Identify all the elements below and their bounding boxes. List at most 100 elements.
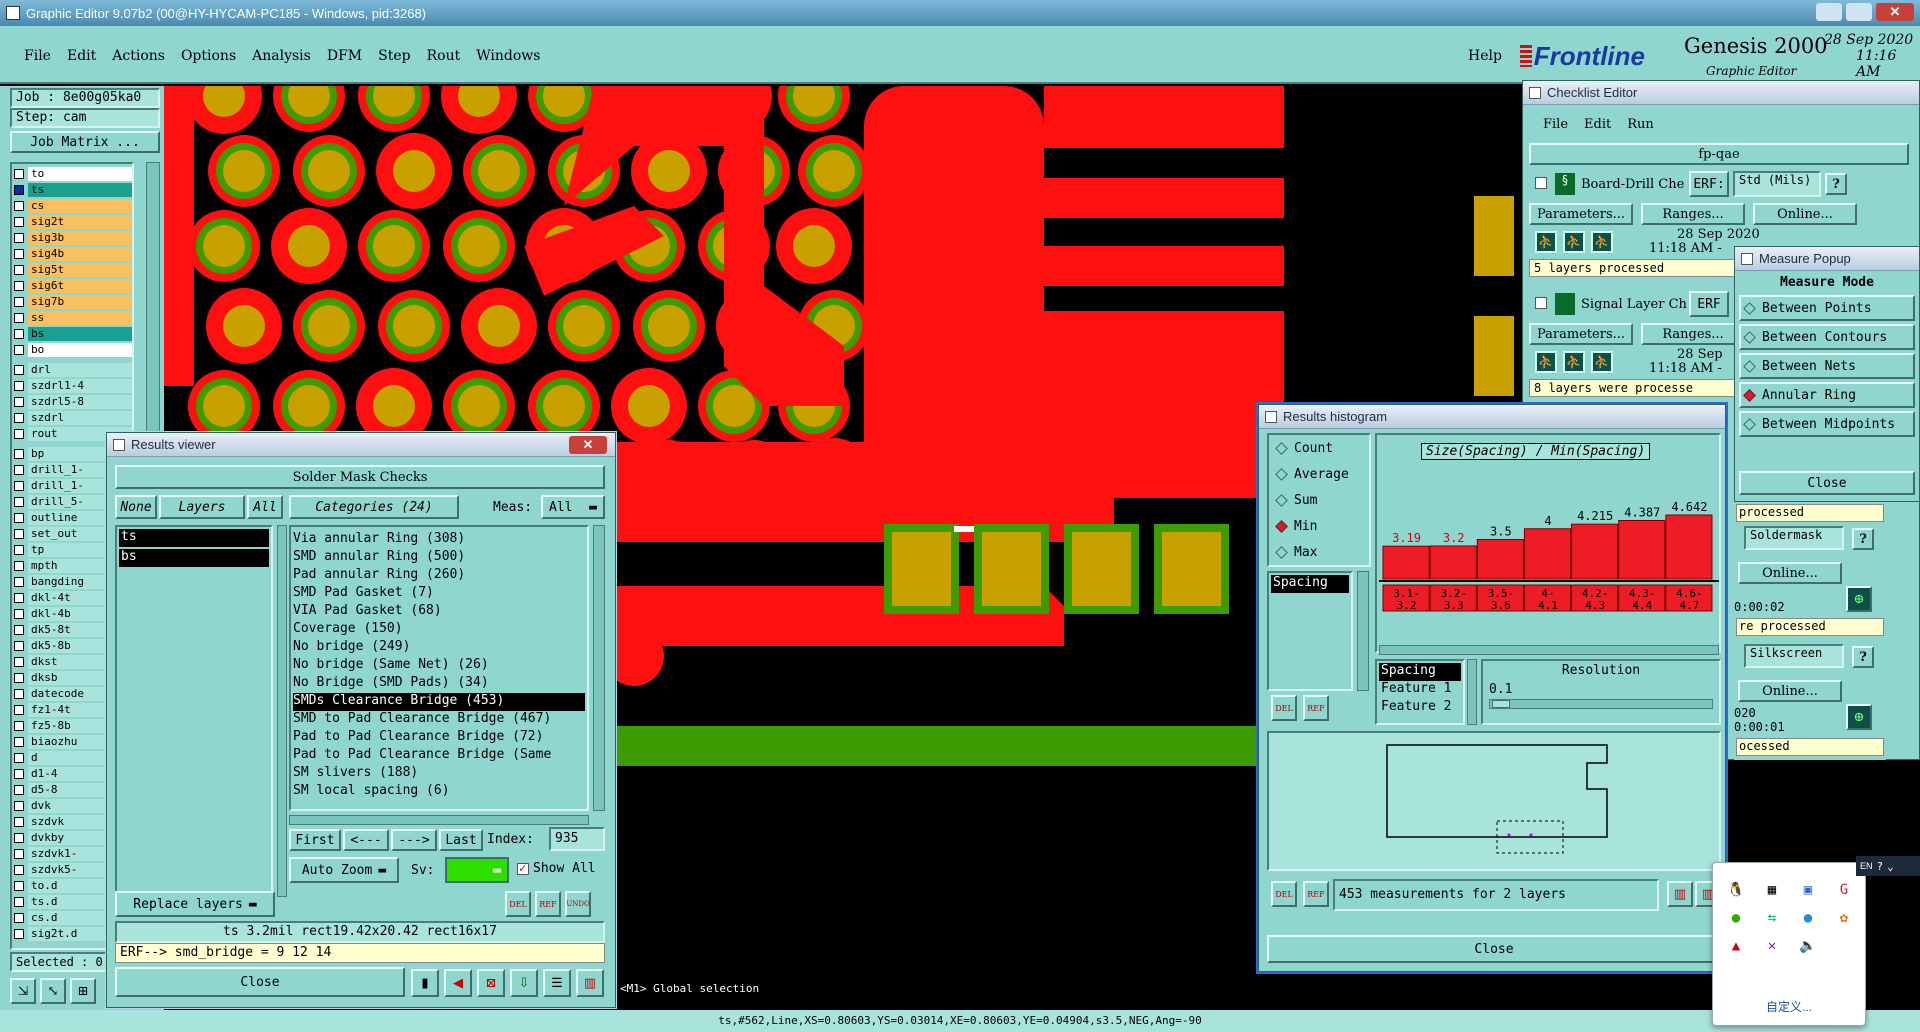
menu-edit[interactable]: Edit	[67, 48, 96, 64]
layer-visibility-checkbox[interactable]	[14, 624, 24, 635]
zoom-area-icon[interactable]: ⇲	[10, 978, 36, 1004]
replace-layers-button[interactable]: Replace layers ▬	[115, 891, 275, 917]
layer-visibility-checkbox[interactable]	[14, 880, 24, 891]
delete-icon[interactable]: DEL	[1271, 881, 1297, 907]
stat-option[interactable]: Sum	[1269, 487, 1369, 513]
layer-visibility-checkbox[interactable]	[14, 448, 24, 459]
layer-visibility-checkbox[interactable]	[14, 640, 24, 651]
layer-visibility-checkbox[interactable]	[14, 912, 24, 923]
run-icon[interactable]: ⛹	[1591, 351, 1613, 373]
categories-hscroll[interactable]	[289, 815, 589, 825]
measure-mode-option[interactable]: Annular Ring	[1739, 382, 1915, 408]
category-item[interactable]: SM slivers (188)	[293, 765, 585, 783]
show-all-checkbox[interactable]: ✓	[517, 861, 529, 875]
layer-visibility-checkbox[interactable]	[14, 344, 24, 355]
export-icon[interactable]: ⇩	[510, 969, 538, 997]
meas-select[interactable]: All ▬	[541, 495, 605, 519]
next-button[interactable]: --->	[391, 829, 437, 851]
browser-icon[interactable]: G	[1835, 881, 1853, 899]
feature-label[interactable]: Feature 1	[1379, 681, 1461, 699]
arrow-icon[interactable]: ◀	[444, 969, 472, 997]
layer-list-scrollbar[interactable]	[277, 525, 287, 897]
layer-visibility-checkbox[interactable]	[14, 512, 24, 523]
category-item[interactable]: No Bridge (SMD Pads) (34)	[293, 675, 585, 693]
help-circle-icon[interactable]: ?	[1877, 860, 1884, 873]
layer-visibility-checkbox[interactable]	[14, 480, 24, 491]
layer-visibility-checkbox[interactable]	[14, 576, 24, 587]
minimize-button[interactable]	[1816, 3, 1842, 21]
layer-visibility-checkbox[interactable]	[14, 784, 24, 795]
layer-visibility-checkbox[interactable]	[14, 672, 24, 683]
index-field[interactable]: 935	[549, 827, 605, 851]
layer-visibility-checkbox[interactable]	[14, 864, 24, 875]
drive-icon[interactable]: ▲	[1727, 937, 1745, 955]
layer-row[interactable]: szdrl5-8	[14, 394, 132, 409]
run-icon[interactable]: ⛹	[1563, 351, 1585, 373]
check-enable-checkbox[interactable]	[1535, 297, 1547, 309]
results-viewer-close-x[interactable]: ✕	[569, 436, 607, 454]
online-button[interactable]: Online...	[1738, 680, 1842, 702]
run-icon[interactable]: ⛹	[1563, 231, 1585, 253]
check-name[interactable]: Signal Layer Ch	[1581, 297, 1687, 312]
undo-icon[interactable]: UNDO	[565, 891, 591, 917]
layer-result-list[interactable]: ts bs	[115, 525, 273, 897]
close-window-button[interactable]: ✕	[1876, 3, 1914, 21]
menu-options[interactable]: Options	[181, 48, 236, 64]
feature-type-scrollbar[interactable]	[1357, 571, 1369, 691]
feature-scrollbar[interactable]	[1467, 659, 1477, 725]
layer-visibility-checkbox[interactable]	[14, 528, 24, 539]
layer-visibility-checkbox[interactable]	[14, 544, 24, 555]
category-item[interactable]: SMD annular Ring (500)	[293, 549, 585, 567]
feature-type-item[interactable]: Spacing	[1271, 575, 1349, 593]
slider-thumb[interactable]	[1492, 700, 1510, 708]
layer-row[interactable]: to	[14, 166, 132, 181]
measure-mode-option[interactable]: Between Contours	[1739, 324, 1915, 350]
layer-visibility-checkbox[interactable]	[14, 312, 24, 323]
menu-help[interactable]: Help	[1468, 48, 1502, 64]
auto-zoom-select[interactable]: Auto Zoom ▬	[289, 857, 399, 883]
prev-button[interactable]: <---	[343, 829, 389, 851]
export-chart-icon[interactable]: ▥	[1667, 881, 1693, 907]
layer-result-item[interactable]: bs	[119, 549, 269, 567]
layer-row[interactable]: bo	[14, 342, 132, 357]
volume-icon[interactable]: 🔈	[1799, 937, 1817, 955]
cancel-icon[interactable]: ⊠	[477, 969, 505, 997]
layer-row[interactable]: cs	[14, 198, 132, 213]
layer-row[interactable]: szdrl1-4	[14, 378, 132, 393]
layer-visibility-checkbox[interactable]	[14, 248, 24, 259]
category-item[interactable]: SMDs Clearance Bridge (453)	[293, 693, 585, 711]
layer-row[interactable]: sig5t	[14, 262, 132, 277]
layer-visibility-checkbox[interactable]	[14, 800, 24, 811]
checklist-menu-edit[interactable]: Edit	[1584, 117, 1611, 132]
results-viewer-close-button[interactable]: Close	[115, 967, 405, 997]
delete-icon[interactable]: DEL	[505, 891, 531, 917]
sv-color-select[interactable]: ▬	[445, 857, 509, 883]
layer-visibility-checkbox[interactable]	[14, 832, 24, 843]
ranges-button[interactable]: Ranges...	[1641, 203, 1745, 225]
layer-visibility-checkbox[interactable]	[14, 848, 24, 859]
show-all-toggle[interactable]: ✓ Show All	[517, 861, 596, 876]
check-name[interactable]: Board-Drill Che	[1581, 177, 1684, 192]
layer-row[interactable]: ss	[14, 310, 132, 325]
erf-button[interactable]: ERF:	[1689, 171, 1729, 197]
layer-visibility-checkbox[interactable]	[14, 296, 24, 307]
parameters-button[interactable]: Parameters...	[1529, 323, 1633, 345]
layers-button[interactable]: Layers	[159, 495, 245, 519]
layer-visibility-checkbox[interactable]	[14, 216, 24, 227]
network-icon[interactable]: ▣	[1799, 881, 1817, 899]
stat-option[interactable]: Min	[1269, 513, 1369, 539]
zoom-icon[interactable]: ⊕	[1846, 586, 1872, 612]
layer-visibility-checkbox[interactable]	[14, 752, 24, 763]
menu-dfm[interactable]: DFM	[327, 48, 362, 64]
qq-icon[interactable]: 🐧	[1727, 881, 1745, 899]
measure-mode-option[interactable]: Between Points	[1739, 295, 1915, 321]
layer-row[interactable]: ts	[14, 182, 132, 197]
category-item[interactable]: No bridge (249)	[293, 639, 585, 657]
none-button[interactable]: None	[115, 495, 157, 519]
layer-visibility-checkbox[interactable]	[14, 768, 24, 779]
chart-icon[interactable]: ▥	[576, 969, 604, 997]
job-matrix-button[interactable]: Job Matrix ...	[10, 131, 160, 153]
categories-button[interactable]: Categories (24)	[289, 495, 459, 519]
chart-hscroll[interactable]	[1379, 645, 1719, 655]
update-icon[interactable]: ⇆	[1763, 909, 1781, 927]
